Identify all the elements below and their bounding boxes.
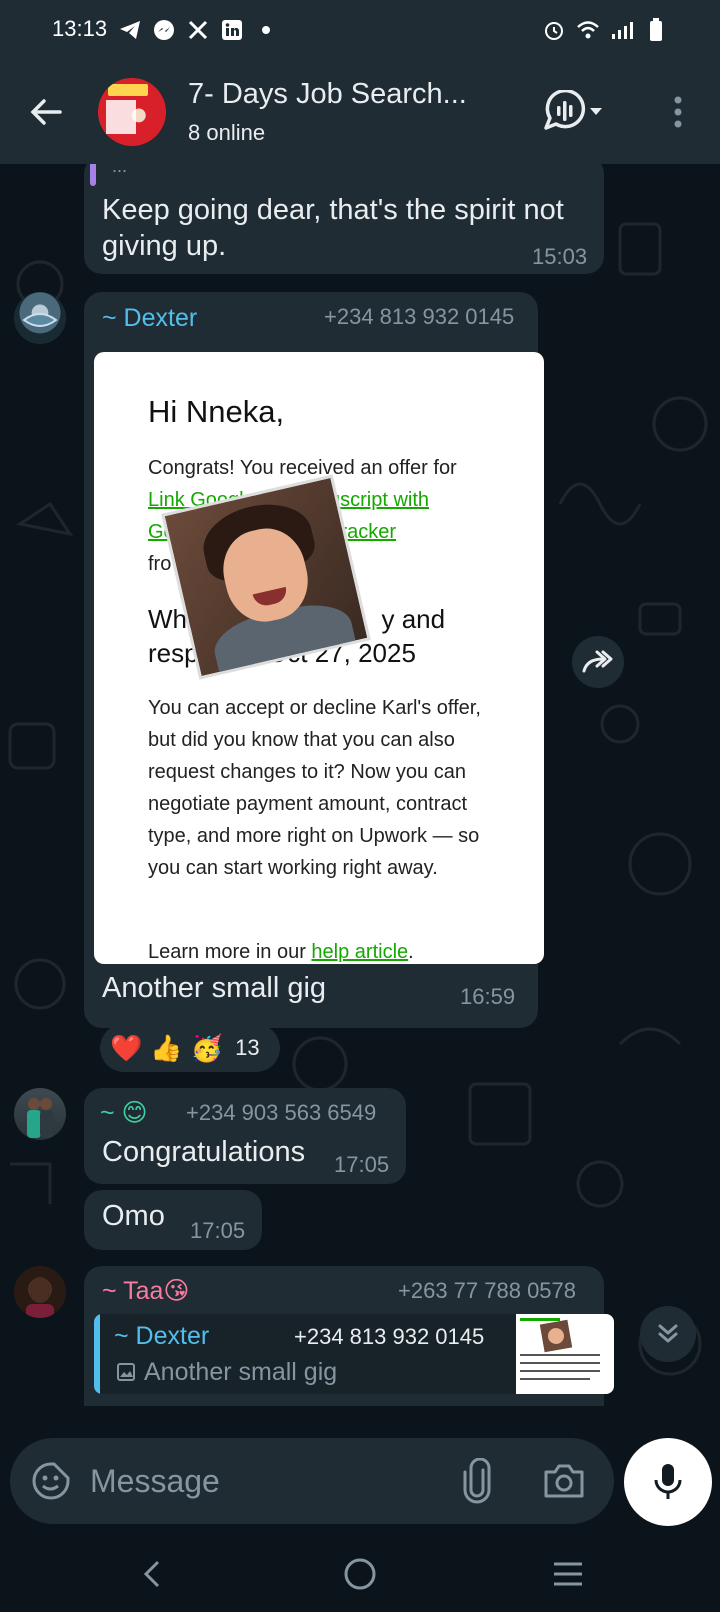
chat-area[interactable]: ... Keep going dear, that's the spirit n… (0, 164, 720, 1430)
wifi-icon (576, 18, 600, 42)
reply-bar (94, 1314, 100, 1394)
scroll-to-bottom-button[interactable] (640, 1306, 696, 1362)
nav-recents-icon[interactable] (546, 1552, 590, 1596)
email-greeting: Hi Nneka, (148, 394, 285, 429)
sender-phone: +234 903 563 6549 (186, 1100, 377, 1125)
camera-icon[interactable] (542, 1460, 586, 1502)
battery-icon (644, 18, 668, 42)
sender-name[interactable]: ~ Taa😘 (102, 1276, 189, 1306)
sender-phone: +263 77 788 0578 (398, 1278, 577, 1303)
message-input[interactable] (90, 1460, 430, 1502)
couple-photo (27, 1098, 53, 1138)
email-paragraph-2: You can accept or decline Karl's offer, … (148, 697, 481, 879)
nav-home-icon[interactable] (338, 1552, 382, 1596)
telegram-icon (118, 18, 142, 42)
group-avatar[interactable] (98, 78, 166, 146)
sender-phone: +234 813 932 0145 (324, 304, 515, 329)
double-chevron-down-icon (658, 1324, 678, 1343)
reaction-party[interactable]: 🥳 (191, 1033, 223, 1064)
chat-header: 7- Days Job Search... 8 online (0, 62, 720, 164)
message-time: 15:03 (532, 244, 588, 269)
message-bubble[interactable]: Omo 17:05 (84, 1190, 262, 1250)
system-nav-bar (0, 1534, 720, 1612)
message-composer (10, 1438, 614, 1524)
x-icon (186, 18, 210, 42)
message-time: 16:59 (460, 984, 516, 1009)
group-title[interactable]: 7- Days Job Search... (188, 78, 467, 111)
messenger-icon (152, 18, 176, 42)
linkedin-icon (220, 18, 244, 42)
reply-sender: ~ Dexter (114, 1322, 210, 1350)
lips-icon (22, 313, 58, 327)
paperclip-icon[interactable] (460, 1457, 494, 1504)
message-text: Keep going dear, that's the spirit not g… (102, 194, 564, 262)
avatar-dexter[interactable] (14, 292, 66, 344)
sender-name[interactable]: ~ 😊 (100, 1098, 148, 1128)
sender-name[interactable]: ~ Dexter (102, 304, 197, 333)
reply-thumbnail (516, 1314, 614, 1394)
message-bubble[interactable]: ~ 😊 +234 903 563 6549 Congratulations 17… (84, 1088, 406, 1184)
message-text: Congratulations (102, 1136, 306, 1168)
email-paragraph-3: Learn more in our help article. (148, 941, 414, 963)
back-arrow-icon[interactable] (26, 92, 66, 132)
reply-quote[interactable]: ~ Dexter +234 813 932 0145 Another small… (94, 1314, 614, 1394)
status-bar: 13:13 (0, 0, 720, 62)
forward-button[interactable] (572, 636, 624, 688)
avatar-taa[interactable] (14, 1266, 66, 1318)
reaction-count: 13 (235, 1035, 260, 1060)
reactions-bar[interactable]: ❤️ 👍 🥳 13 (100, 1024, 280, 1072)
microphone-icon (654, 1464, 682, 1499)
alarm-icon (542, 18, 566, 42)
avatar-couple[interactable] (14, 1088, 66, 1140)
voice-chat-icon[interactable] (542, 88, 606, 134)
image-icon (116, 1362, 136, 1387)
forward-icon (582, 650, 613, 673)
reaction-thumbs-up[interactable]: 👍 (150, 1033, 182, 1064)
quoted-message-bar (90, 164, 96, 186)
reply-text: Another small gig (144, 1358, 338, 1386)
message-caption: Another small gig (102, 972, 327, 1004)
system-icons (542, 18, 668, 42)
quoted-message-dots: ... (112, 164, 128, 176)
online-count: 8 online (188, 120, 266, 145)
message-bubble[interactable]: ... Keep going dear, that's the spirit n… (84, 164, 604, 274)
status-time: 13:13 (52, 16, 108, 41)
message-time: 17:05 (334, 1152, 390, 1177)
nav-back-icon[interactable] (130, 1552, 174, 1596)
message-time: 17:05 (190, 1218, 246, 1243)
signal-icon (610, 18, 634, 42)
reply-phone: +234 813 932 0145 (294, 1324, 485, 1349)
sticker-icon[interactable] (30, 1460, 72, 1502)
microphone-button[interactable] (624, 1438, 712, 1526)
woman-photo (26, 1277, 54, 1318)
message-text: Omo (102, 1200, 165, 1232)
dot-icon (254, 18, 278, 42)
notification-icons (118, 18, 278, 42)
reaction-heart[interactable]: ❤️ (110, 1033, 142, 1064)
more-options-icon[interactable] (664, 92, 692, 132)
image-attachment[interactable]: Hi Nneka, Congrats! You received an offe… (94, 352, 544, 964)
